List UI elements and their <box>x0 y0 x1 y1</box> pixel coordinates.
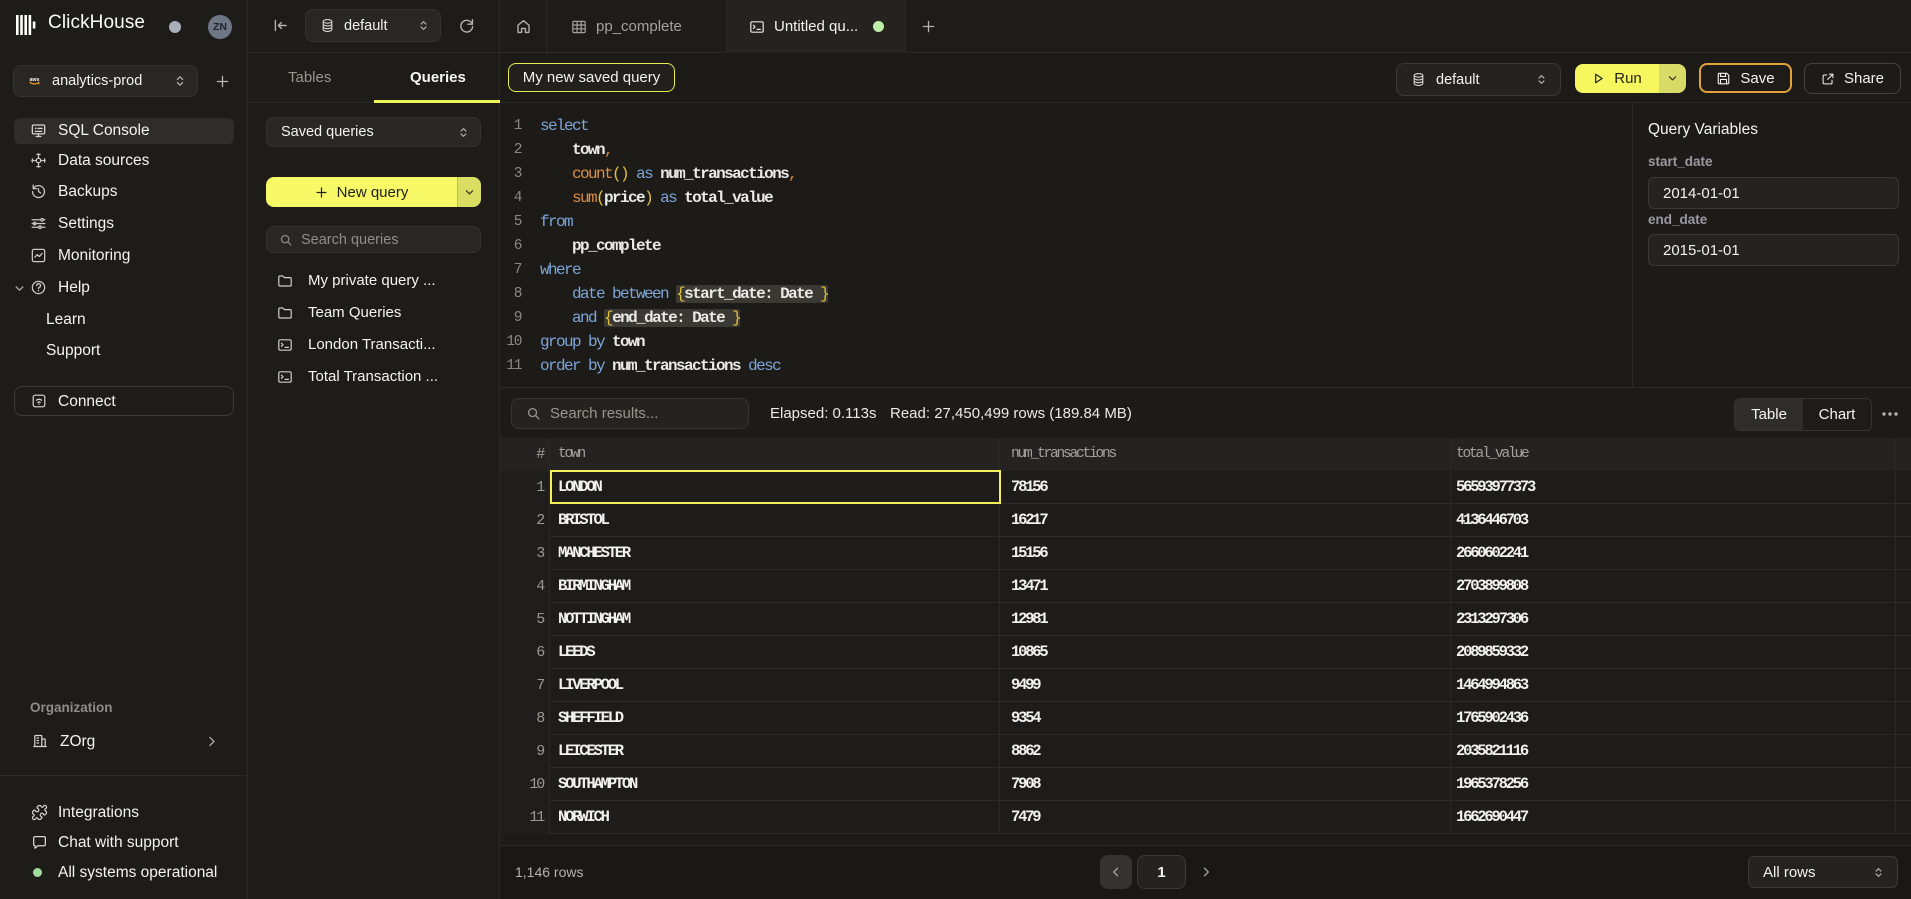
svg-text:aws: aws <box>29 76 39 82</box>
